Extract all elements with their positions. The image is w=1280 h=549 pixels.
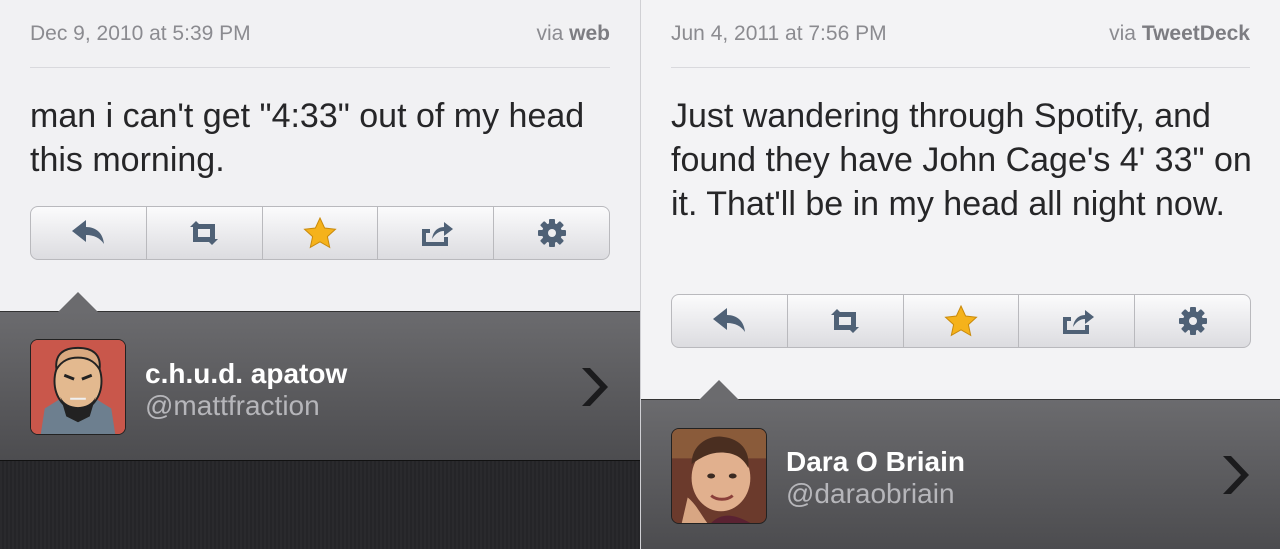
- chevron-right-icon: [1223, 456, 1249, 494]
- reply-button[interactable]: [31, 207, 147, 259]
- reply-icon: [72, 220, 105, 244]
- retweet-icon: [190, 221, 219, 245]
- source-name[interactable]: web: [569, 22, 610, 45]
- favorite-button[interactable]: [904, 295, 1020, 347]
- retweet-button[interactable]: [788, 295, 904, 347]
- tweet-date: Jun 4, 2011 at 7:56 PM: [671, 22, 887, 45]
- pointer-notch: [58, 292, 98, 312]
- share-button[interactable]: [378, 207, 495, 259]
- avatar[interactable]: [671, 428, 767, 524]
- tweet-meta: Dec 9, 2010 at 5:39 PM via web: [30, 22, 610, 46]
- tweet-detail-right: Jun 4, 2011 at 7:56 PM via TweetDeck Jus…: [640, 0, 1280, 549]
- reply-button[interactable]: [672, 295, 788, 347]
- avatar-illustration: [31, 340, 125, 434]
- background-strip: [0, 460, 640, 549]
- tweet-source: via web: [536, 22, 610, 46]
- chevron-right-icon: [582, 368, 608, 406]
- tweet-text: Just wandering through Spotify, and foun…: [671, 97, 1252, 223]
- share-icon: [421, 222, 453, 246]
- user-display-name: Dara O Briain: [786, 446, 965, 477]
- settings-button[interactable]: [494, 207, 609, 259]
- avatar[interactable]: [30, 339, 126, 435]
- user-bar[interactable]: Dara O Briain @daraobriain: [641, 380, 1280, 549]
- retweet-button[interactable]: [147, 207, 263, 259]
- tweet-action-bar: [671, 294, 1251, 348]
- share-icon: [1062, 310, 1094, 334]
- settings-button[interactable]: [1135, 295, 1250, 347]
- divider: [30, 67, 610, 68]
- user-display-name: c.h.u.d. apatow: [145, 358, 348, 389]
- pointer-notch: [699, 380, 739, 400]
- user-handle: @mattfraction: [145, 390, 320, 421]
- favorite-button[interactable]: [263, 207, 379, 259]
- reply-icon: [713, 308, 746, 332]
- favorite-star-icon: [303, 217, 337, 249]
- retweet-icon: [831, 309, 860, 333]
- via-label: via: [1109, 22, 1136, 45]
- tweet-text: man i can't get "4:33" out of my head th…: [30, 97, 585, 179]
- tweet-detail-left: Dec 9, 2010 at 5:39 PM via web man i can…: [0, 0, 640, 549]
- divider: [671, 67, 1250, 68]
- gear-icon: [1178, 307, 1207, 335]
- avatar-photo: [672, 429, 766, 523]
- tweet-date: Dec 9, 2010 at 5:39 PM: [30, 22, 251, 45]
- favorite-star-icon: [944, 305, 978, 337]
- gear-icon: [537, 219, 566, 247]
- tweet-action-bar: [30, 206, 610, 260]
- tweet-meta: Jun 4, 2011 at 7:56 PM via TweetDeck: [671, 22, 1250, 46]
- source-name[interactable]: TweetDeck: [1142, 22, 1250, 45]
- via-label: via: [536, 22, 564, 45]
- tweet-source: via TweetDeck: [1109, 22, 1250, 46]
- user-bar[interactable]: c.h.u.d. apatow @mattfraction: [0, 292, 640, 462]
- share-button[interactable]: [1019, 295, 1136, 347]
- user-handle: @daraobriain: [786, 478, 955, 509]
